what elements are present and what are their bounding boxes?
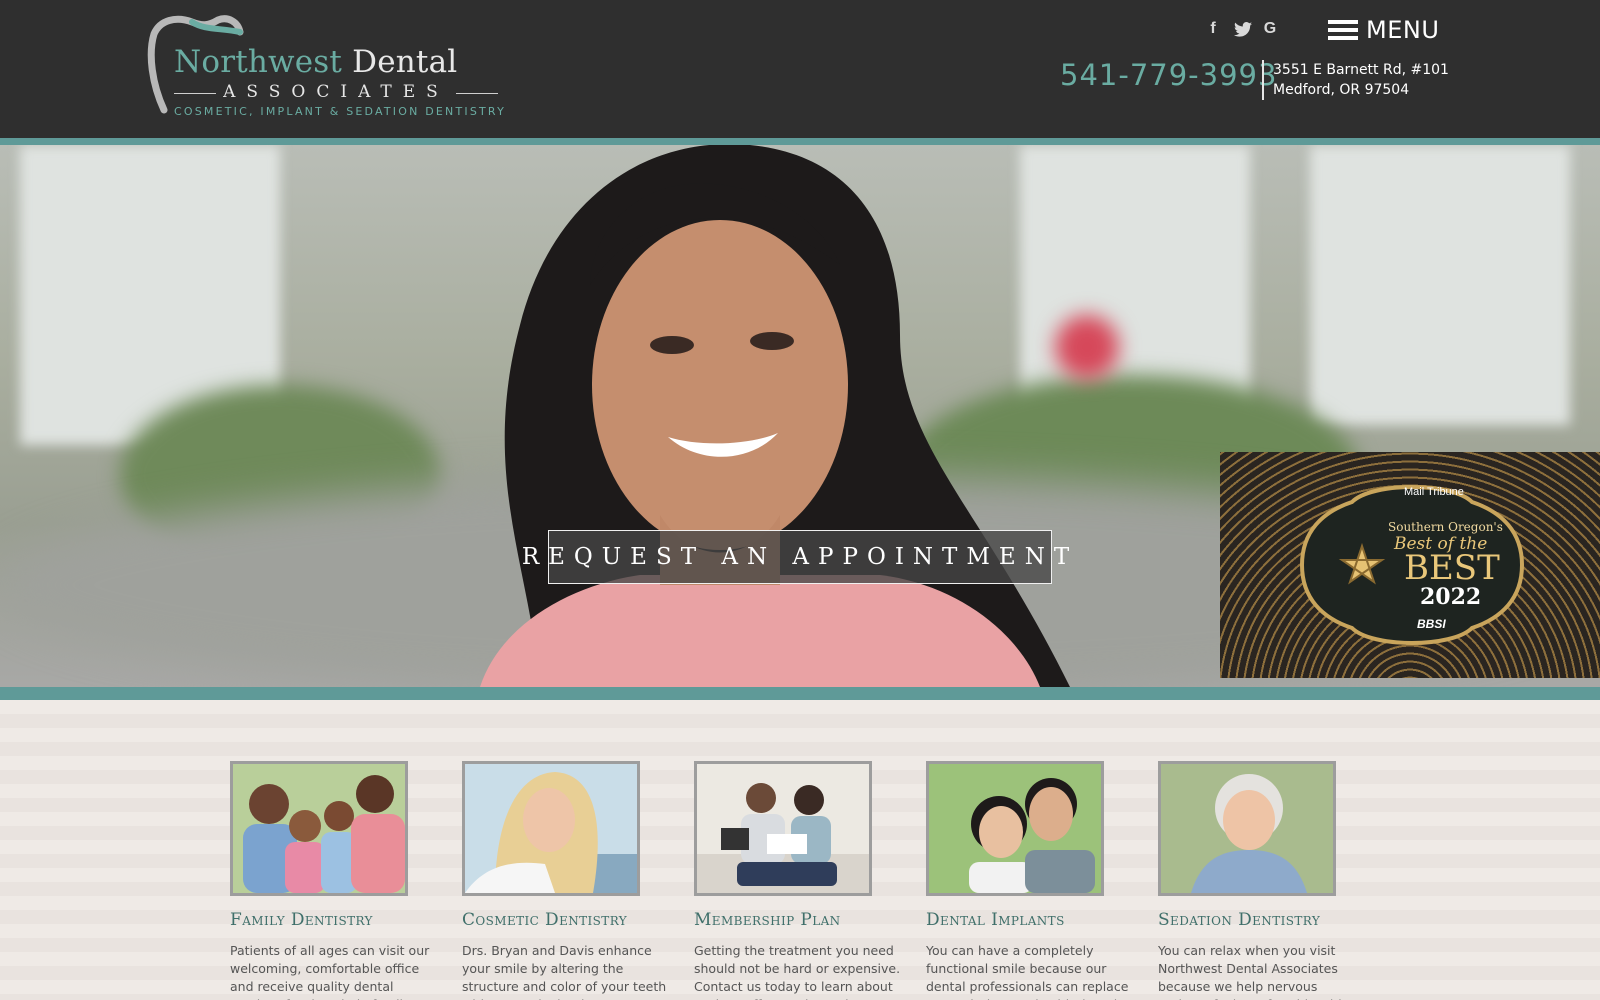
logo-name-first: Northwest <box>174 44 343 80</box>
hero-bg-window <box>1310 145 1570 425</box>
best-of-the-best-award[interactable]: Mail Tribune Southern Oregon's Best of t… <box>1220 452 1600 678</box>
hero-top-border <box>0 138 1600 145</box>
service-photo[interactable] <box>926 761 1104 896</box>
service-description: You can relax when you visit Northwest D… <box>1158 943 1362 1000</box>
hero-portrait <box>480 145 1070 687</box>
service-description: Patients of all ages can visit our welco… <box>230 943 430 1000</box>
award-best: BEST <box>1404 548 1500 588</box>
service-card-sedation[interactable]: Sedation Dentistry You can relax when yo… <box>1158 761 1378 1000</box>
award-text: Mail Tribune Southern Oregon's Best of t… <box>1282 452 1542 638</box>
service-title[interactable]: Dental Implants <box>926 910 1146 930</box>
award-presenter: Mail Tribune <box>1404 486 1464 498</box>
logo[interactable]: Northwest Dental ASSOCIATES COSMETIC, IM… <box>142 14 512 124</box>
address-line-2: Medford, OR 97504 <box>1273 82 1410 98</box>
service-photo[interactable] <box>230 761 408 896</box>
service-card-family[interactable]: Family Dentistry Patients of all ages ca… <box>230 761 450 1000</box>
site-header: Northwest Dental ASSOCIATES COSMETIC, IM… <box>0 0 1600 138</box>
service-title[interactable]: Family Dentistry <box>230 910 450 930</box>
logo-name-second: Dental <box>352 44 458 80</box>
logo-name: Northwest Dental <box>174 44 457 80</box>
address-line-1: 3551 E Barnett Rd, #101 <box>1273 62 1449 78</box>
service-photo[interactable] <box>694 761 872 896</box>
phone-number[interactable]: 541-779-3993 <box>1060 58 1277 92</box>
service-description: Getting the treatment you need should no… <box>694 943 901 1000</box>
service-photo[interactable] <box>462 761 640 896</box>
service-title[interactable]: Cosmetic Dentistry <box>462 910 682 930</box>
logo-rule-right <box>456 93 498 94</box>
menu-button[interactable]: MENU <box>1328 14 1439 46</box>
header-divider <box>1262 60 1264 100</box>
google-icon[interactable]: G <box>1259 18 1281 40</box>
service-photo[interactable] <box>1158 761 1336 896</box>
twitter-icon[interactable] <box>1232 18 1254 40</box>
request-appointment-button[interactable]: REQUEST AN APPOINTMENT <box>522 530 1069 584</box>
service-description: You can have a completely functional smi… <box>926 943 1129 1000</box>
hero-bottom-border <box>0 687 1600 700</box>
logo-subtitle: ASSOCIATES <box>223 82 449 102</box>
service-title[interactable]: Sedation Dentistry <box>1158 910 1378 930</box>
address[interactable]: 3551 E Barnett Rd, #101 Medford, OR 9750… <box>1273 60 1449 100</box>
logo-subtitle-row: ASSOCIATES <box>174 82 498 104</box>
hero-banner: REQUEST AN APPOINTMENT Mail Tribune Sout… <box>0 145 1600 687</box>
service-card-implants[interactable]: Dental Implants You can have a completel… <box>926 761 1146 1000</box>
award-partner: BBSI <box>1417 617 1446 631</box>
logo-rule-left <box>174 93 216 94</box>
hamburger-icon <box>1328 20 1358 40</box>
award-region: Southern Oregon's <box>1388 520 1503 534</box>
service-card-cosmetic[interactable]: Cosmetic Dentistry Drs. Bryan and Davis … <box>462 761 682 1000</box>
logo-tagline: COSMETIC, IMPLANT & SEDATION DENTISTRY <box>174 105 506 118</box>
menu-label: MENU <box>1366 16 1440 44</box>
service-card-membership[interactable]: Membership Plan Getting the treatment yo… <box>694 761 914 1000</box>
service-description: Drs. Bryan and Davis enhance your smile … <box>462 943 667 1000</box>
service-title[interactable]: Membership Plan <box>694 910 914 930</box>
facebook-icon[interactable]: f <box>1202 18 1224 40</box>
award-year: 2022 <box>1420 584 1482 610</box>
